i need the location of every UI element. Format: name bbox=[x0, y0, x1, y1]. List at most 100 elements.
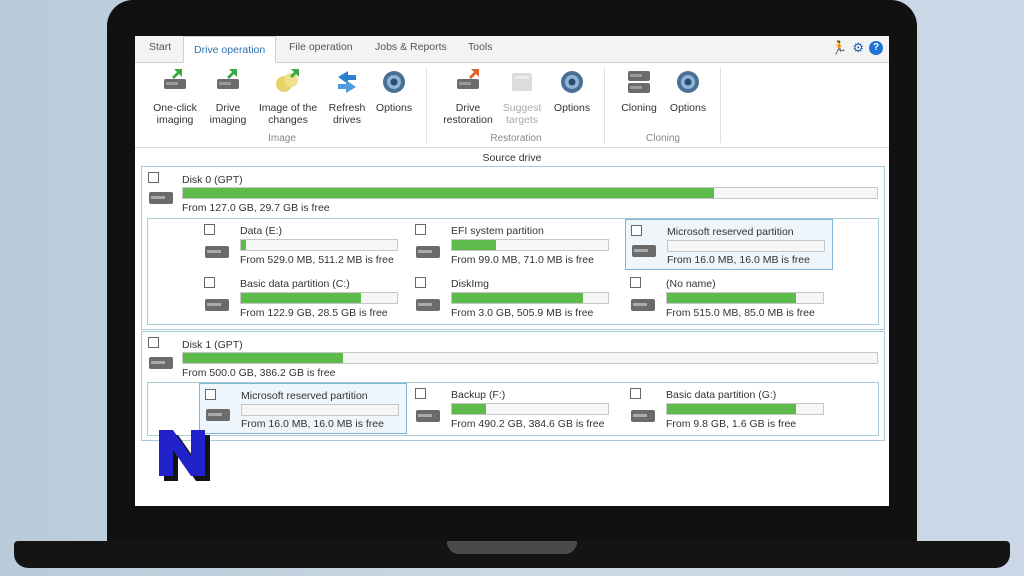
partition-usage-bar bbox=[240, 292, 398, 304]
partition-usage-fill bbox=[241, 293, 362, 303]
ribbon-separator bbox=[720, 67, 721, 143]
drive-restoration-button[interactable]: Drive restoration bbox=[439, 67, 497, 126]
runner-icon[interactable]: 🏃 bbox=[831, 40, 847, 56]
partition-info: From 122.9 GB, 28.5 GB is free bbox=[240, 307, 388, 319]
one-click-imaging-icon bbox=[164, 69, 186, 89]
image-options-button[interactable]: Options bbox=[373, 67, 415, 114]
partition-usage-fill bbox=[452, 240, 496, 250]
partition-info: From 529.0 MB, 511.2 MB is free bbox=[240, 254, 394, 266]
cloning-label: Cloning bbox=[621, 102, 657, 114]
drive-imaging-button[interactable]: Drive imaging bbox=[207, 67, 249, 126]
hard-drive-icon bbox=[206, 409, 230, 421]
n-logo-icon bbox=[159, 430, 210, 481]
hard-drive-icon bbox=[149, 192, 173, 204]
partition-item[interactable]: Basic data partition (C:) From 122.9 GB,… bbox=[204, 276, 410, 326]
partition-checkbox[interactable] bbox=[630, 277, 641, 288]
restoration-options-label: Options bbox=[553, 102, 591, 114]
image-changes-icon bbox=[276, 69, 299, 92]
partition-checkbox[interactable] bbox=[415, 277, 426, 288]
partition-checkbox[interactable] bbox=[415, 224, 426, 235]
partition-info: From 490.2 GB, 384.6 GB is free bbox=[451, 418, 605, 430]
suggest-targets-label-2: targets bbox=[505, 114, 539, 126]
cloning-icon bbox=[628, 71, 650, 93]
partition-checkbox[interactable] bbox=[204, 277, 215, 288]
partition-checkbox[interactable] bbox=[631, 225, 642, 236]
partition-info: From 16.0 MB, 16.0 MB is free bbox=[241, 418, 384, 430]
disk-0-usage-fill bbox=[183, 188, 714, 198]
partition-checkbox[interactable] bbox=[630, 388, 641, 399]
tab-tools[interactable]: Tools bbox=[468, 41, 493, 53]
disk-1-panel: Disk 1 (GPT) From 500.0 GB, 386.2 GB is … bbox=[141, 331, 885, 441]
disk-1-info: From 500.0 GB, 386.2 GB is free bbox=[182, 367, 336, 379]
restoration-options-button[interactable]: Options bbox=[551, 67, 593, 114]
disk-1-partitions: Microsoft reserved partition From 16.0 M… bbox=[147, 382, 879, 436]
one-click-imaging-label-2: imaging bbox=[156, 114, 194, 126]
partition-usage-bar bbox=[451, 403, 609, 415]
partition-info: From 515.0 MB, 85.0 MB is free bbox=[666, 307, 815, 319]
partition-checkbox[interactable] bbox=[205, 389, 216, 400]
refresh-drives-label: Refresh bbox=[328, 102, 366, 114]
laptop-notch bbox=[447, 541, 577, 554]
drive-imaging-icon bbox=[217, 69, 239, 89]
refresh-icon bbox=[338, 71, 356, 93]
drive-imaging-label-2: imaging bbox=[209, 114, 247, 126]
suggest-targets-label: Suggest bbox=[502, 102, 542, 114]
restoration-group-label: Restoration bbox=[490, 133, 542, 144]
partition-item[interactable]: EFI system partition From 99.0 MB, 71.0 … bbox=[415, 223, 621, 273]
hard-drive-icon bbox=[632, 245, 656, 257]
tab-file-operation[interactable]: File operation bbox=[289, 41, 353, 53]
partition-name: (No name) bbox=[666, 278, 716, 290]
one-click-imaging-label: One-click bbox=[153, 102, 197, 114]
suggest-targets-icon bbox=[512, 73, 532, 91]
partition-item[interactable]: Data (E:) From 529.0 MB, 511.2 MB is fre… bbox=[204, 223, 410, 273]
partition-item[interactable]: DiskImg From 3.0 GB, 505.9 MB is free bbox=[415, 276, 621, 326]
partition-name: Microsoft reserved partition bbox=[241, 390, 368, 402]
partition-name: Microsoft reserved partition bbox=[667, 226, 794, 238]
hard-drive-icon bbox=[149, 357, 173, 369]
cloning-group-label: Cloning bbox=[646, 133, 680, 144]
partition-item-selected[interactable]: Microsoft reserved partition From 16.0 M… bbox=[199, 383, 407, 434]
hard-drive-icon bbox=[416, 299, 440, 311]
ribbon-separator bbox=[604, 67, 605, 143]
tab-drive-operation[interactable]: Drive operation bbox=[183, 36, 277, 63]
partition-name: EFI system partition bbox=[451, 225, 544, 237]
partition-name: Data (E:) bbox=[240, 225, 283, 237]
partition-usage-fill bbox=[452, 404, 487, 414]
tab-jobs-reports[interactable]: Jobs & Reports bbox=[375, 41, 447, 53]
disk-0-checkbox[interactable] bbox=[148, 172, 159, 183]
partition-checkbox[interactable] bbox=[204, 224, 215, 235]
cloning-button[interactable]: Cloning bbox=[617, 67, 661, 114]
refresh-drives-button[interactable]: Refresh drives bbox=[327, 67, 367, 126]
disk-0-name: Disk 0 (GPT) bbox=[182, 174, 243, 186]
partition-name: DiskImg bbox=[451, 278, 489, 290]
help-icon[interactable]: ? bbox=[869, 41, 883, 55]
partition-usage-bar bbox=[451, 239, 609, 251]
disk-0-partitions: Data (E:) From 529.0 MB, 511.2 MB is fre… bbox=[147, 218, 879, 325]
hard-drive-icon bbox=[205, 246, 229, 258]
ribbon-tab-bar: Start Drive operation File operation Job… bbox=[135, 36, 889, 63]
ribbon-separator bbox=[426, 67, 427, 143]
partition-item[interactable]: (No name) From 515.0 MB, 85.0 MB is free bbox=[630, 276, 836, 326]
partition-checkbox[interactable] bbox=[415, 388, 426, 399]
partition-item[interactable]: Backup (F:) From 490.2 GB, 384.6 GB is f… bbox=[415, 387, 621, 437]
disk-1-usage-fill bbox=[183, 353, 343, 363]
tab-start[interactable]: Start bbox=[149, 41, 171, 53]
hard-drive-icon bbox=[416, 246, 440, 258]
one-click-imaging-button[interactable]: One-click imaging bbox=[149, 67, 201, 126]
partition-info: From 9.8 GB, 1.6 GB is free bbox=[666, 418, 797, 430]
partition-item[interactable]: Basic data partition (G:) From 9.8 GB, 1… bbox=[630, 387, 836, 437]
suggest-targets-button[interactable]: Suggest targets bbox=[501, 67, 543, 126]
image-of-changes-button[interactable]: Image of the changes bbox=[257, 67, 319, 126]
image-of-changes-label-2: changes bbox=[268, 114, 308, 126]
hard-drive-icon bbox=[631, 299, 655, 311]
gear-icon[interactable]: ⚙ bbox=[852, 40, 864, 56]
partition-info: From 99.0 MB, 71.0 MB is free bbox=[451, 254, 594, 266]
disk-1-checkbox[interactable] bbox=[148, 337, 159, 348]
partition-usage-bar bbox=[451, 292, 609, 304]
partition-usage-bar bbox=[666, 403, 824, 415]
partition-item-selected[interactable]: Microsoft reserved partition From 16.0 M… bbox=[625, 219, 833, 270]
drive-restoration-label-2: restoration bbox=[443, 114, 493, 126]
drive-restoration-icon bbox=[457, 69, 479, 89]
cloning-options-button[interactable]: Options bbox=[667, 67, 709, 114]
partition-name: Backup (F:) bbox=[451, 389, 506, 401]
